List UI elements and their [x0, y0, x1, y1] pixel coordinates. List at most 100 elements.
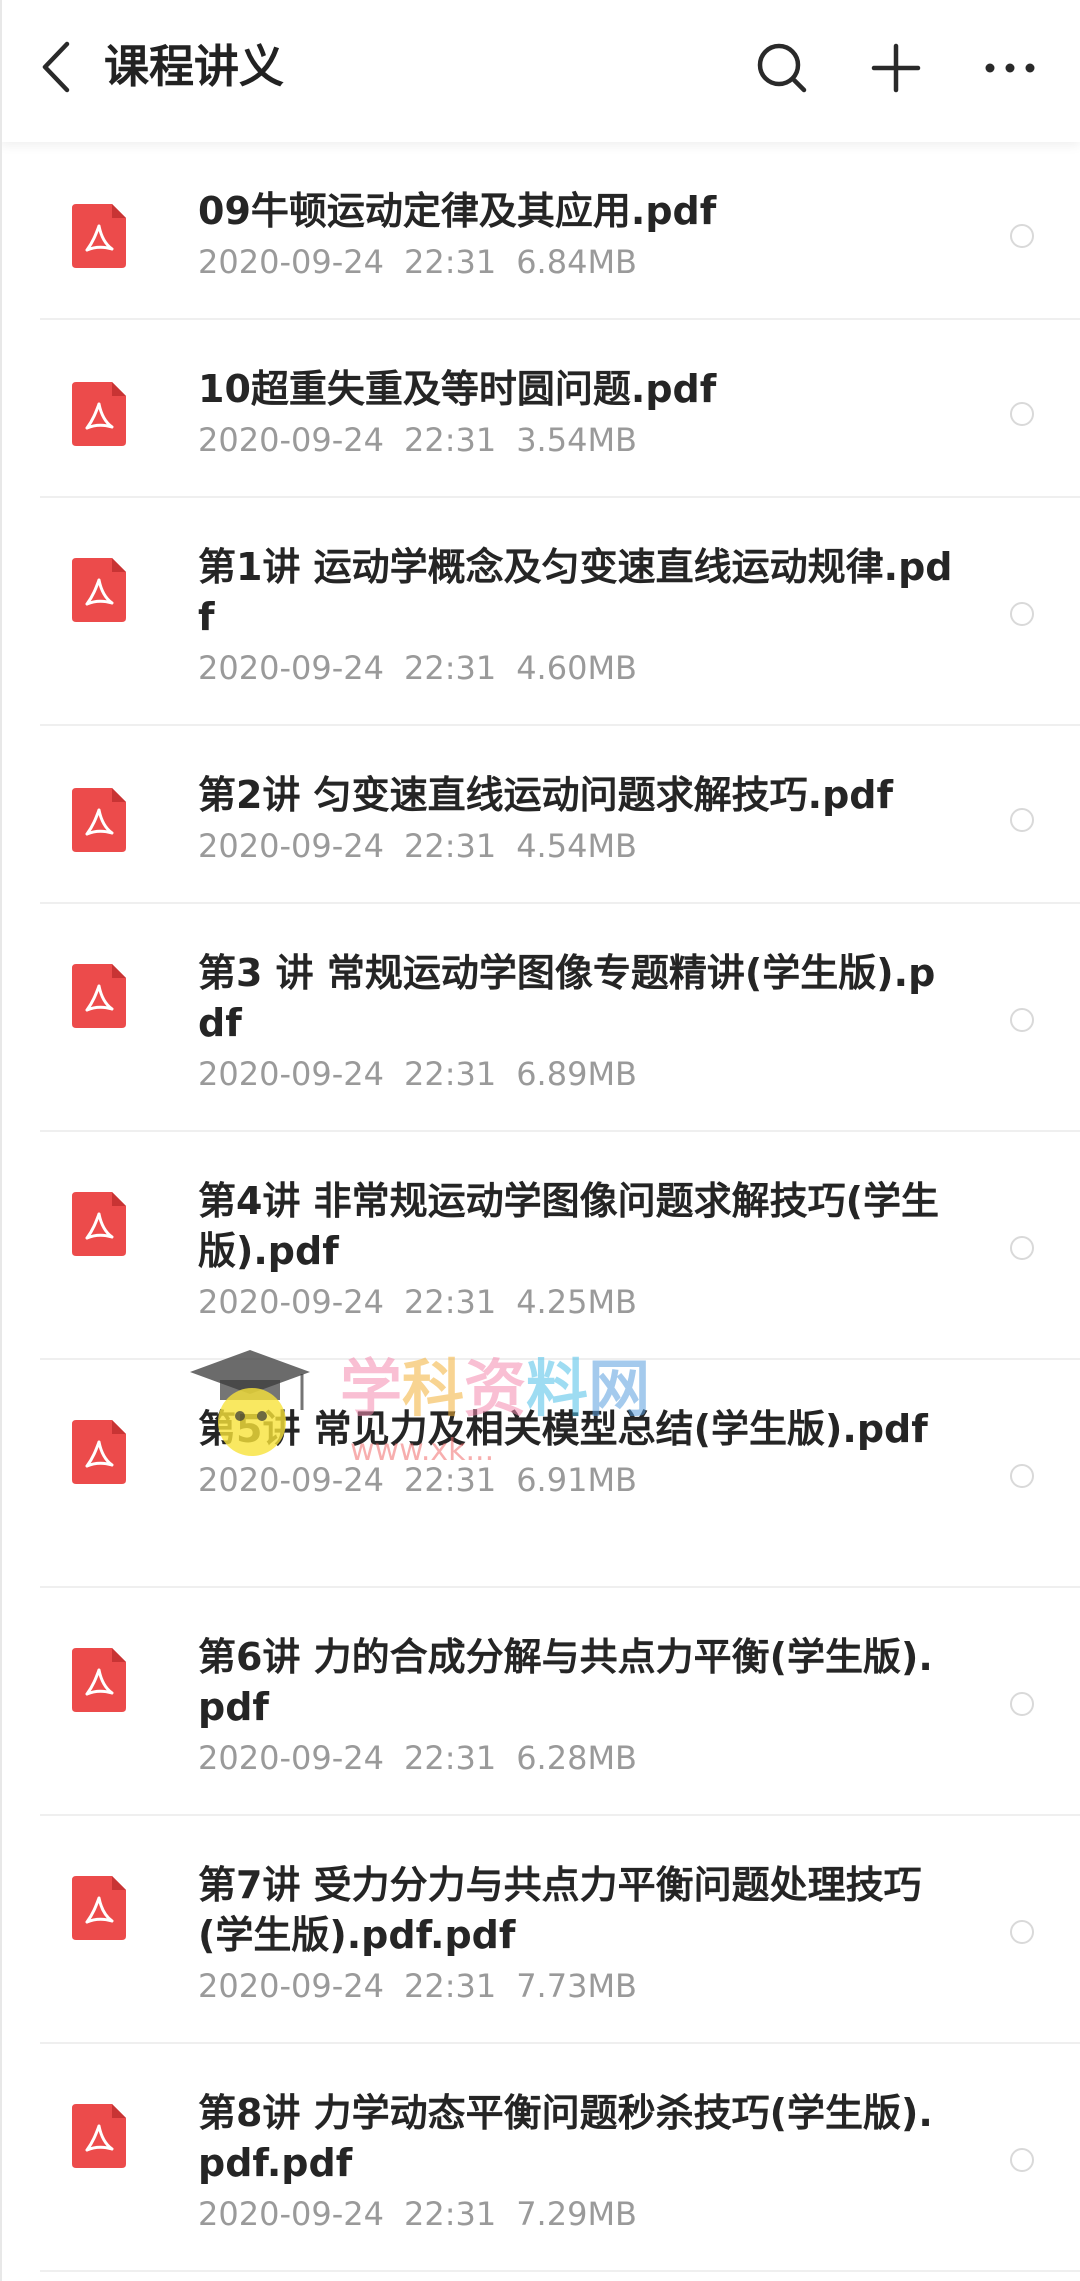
file-time: 22:31 — [403, 1283, 497, 1321]
file-row[interactable]: 第6讲 力的合成分解与共点力平衡(学生版).pdf 2020-09-24 22:3… — [0, 1588, 1080, 1816]
file-info: 09牛顿运动定律及其应用.pdf 2020-09-24 22:31 6.84MB — [198, 186, 958, 286]
file-time: 22:31 — [403, 1967, 497, 2005]
left-edge-divider — [0, 0, 2, 2281]
pdf-file-icon — [72, 1420, 126, 1484]
select-radio[interactable] — [1010, 1008, 1034, 1032]
file-size: 6.91MB — [516, 1461, 637, 1499]
file-size: 6.28MB — [516, 1739, 637, 1777]
pdf-file-icon — [72, 964, 126, 1028]
file-time: 22:31 — [403, 649, 497, 687]
add-button[interactable] — [864, 36, 928, 100]
file-date: 2020-09-24 — [198, 1055, 384, 1093]
file-row[interactable]: 第4讲 非常规运动学图像问题求解技巧(学生版).pdf 2020-09-24 22… — [0, 1132, 1080, 1360]
file-date: 2020-09-24 — [198, 421, 384, 459]
more-button[interactable] — [978, 36, 1042, 100]
header-bar: 课程讲义 — [0, 0, 1080, 142]
file-info: 10超重失重及等时圆问题.pdf 2020-09-24 22:31 3.54MB — [198, 364, 958, 464]
file-row[interactable]: 第1讲 运动学概念及匀变速直线运动规律.pdf 2020-09-24 22:31 4… — [0, 498, 1080, 726]
select-radio[interactable] — [1010, 1920, 1034, 1944]
file-info: 第5讲 常见力及相关模型总结(学生版).pdf 2020-09-24 22:31 6… — [198, 1404, 958, 1504]
file-row[interactable]: 10超重失重及等时圆问题.pdf 2020-09-24 22:31 3.54MB — [0, 320, 1080, 498]
file-meta: 2020-09-24 22:31 6.89MB — [198, 1050, 958, 1098]
file-date: 2020-09-24 — [198, 827, 384, 865]
pdf-file-icon — [72, 1876, 126, 1940]
pdf-file-icon — [72, 1192, 126, 1256]
pdf-file-icon — [72, 2104, 126, 2168]
chevron-left-icon — [42, 41, 70, 93]
file-row[interactable]: 第7讲 受力分力与共点力平衡问题处理技巧(学生版).pdf.pdf 2020-0… — [0, 1816, 1080, 2044]
select-radio[interactable] — [1010, 1236, 1034, 1260]
file-row[interactable]: 第2讲 匀变速直线运动问题求解技巧.pdf 2020-09-24 22:31 4.5… — [0, 726, 1080, 904]
file-size: 4.54MB — [516, 827, 637, 865]
file-date: 2020-09-24 — [198, 1739, 384, 1777]
pdf-file-icon — [72, 788, 126, 852]
file-meta: 2020-09-24 22:31 4.54MB — [198, 822, 958, 870]
select-radio[interactable] — [1010, 1464, 1034, 1488]
file-date: 2020-09-24 — [198, 2195, 384, 2233]
back-button[interactable] — [30, 36, 82, 98]
select-radio[interactable] — [1010, 2148, 1034, 2172]
file-meta: 2020-09-24 22:31 6.91MB — [198, 1456, 958, 1504]
plus-icon — [871, 43, 921, 93]
file-meta: 2020-09-24 22:31 7.29MB — [198, 2190, 958, 2238]
select-radio[interactable] — [1010, 1692, 1034, 1716]
file-time: 22:31 — [403, 1739, 497, 1777]
file-size: 7.73MB — [516, 1967, 637, 2005]
file-date: 2020-09-24 — [198, 1967, 384, 2005]
file-time: 22:31 — [403, 1055, 497, 1093]
pdf-file-icon — [72, 558, 126, 622]
file-date: 2020-09-24 — [198, 1461, 384, 1499]
file-name: 第7讲 受力分力与共点力平衡问题处理技巧(学生版).pdf.pdf — [198, 1863, 922, 1957]
file-name: 第8讲 力学动态平衡问题秒杀技巧(学生版).pdf.pdf — [198, 2091, 933, 2185]
select-radio[interactable] — [1010, 602, 1034, 626]
file-meta: 2020-09-24 22:31 6.28MB — [198, 1734, 958, 1782]
select-radio[interactable] — [1010, 224, 1034, 248]
file-row[interactable]: 第8讲 力学动态平衡问题秒杀技巧(学生版).pdf.pdf 2020-09-24… — [0, 2044, 1080, 2272]
select-radio[interactable] — [1010, 808, 1034, 832]
file-info: 第2讲 匀变速直线运动问题求解技巧.pdf 2020-09-24 22:31 4.5… — [198, 770, 958, 870]
file-time: 22:31 — [403, 421, 497, 459]
pdf-file-icon — [72, 204, 126, 268]
file-info: 第7讲 受力分力与共点力平衡问题处理技巧(学生版).pdf.pdf 2020-0… — [198, 1860, 958, 2010]
file-date: 2020-09-24 — [198, 243, 384, 281]
file-time: 22:31 — [403, 1461, 497, 1499]
search-button[interactable] — [750, 36, 814, 100]
file-info: 第4讲 非常规运动学图像问题求解技巧(学生版).pdf 2020-09-24 22… — [198, 1176, 958, 1326]
select-radio[interactable] — [1010, 402, 1034, 426]
file-list: 09牛顿运动定律及其应用.pdf 2020-09-24 22:31 6.84MB 1… — [0, 142, 1080, 2272]
file-meta: 2020-09-24 22:31 4.60MB — [198, 644, 958, 692]
file-size: 4.60MB — [516, 649, 637, 687]
file-name: 第2讲 匀变速直线运动问题求解技巧.pdf — [198, 773, 894, 817]
pdf-file-icon — [72, 382, 126, 446]
file-name: 09牛顿运动定律及其应用.pdf — [198, 189, 717, 233]
file-meta: 2020-09-24 22:31 3.54MB — [198, 416, 958, 464]
file-time: 22:31 — [403, 827, 497, 865]
file-row[interactable]: 第5讲 常见力及相关模型总结(学生版).pdf 2020-09-24 22:31 6… — [0, 1360, 1080, 1588]
file-row[interactable]: 第3 讲 常规运动学图像专题精讲(学生版).pdf 2020-09-24 22:3… — [0, 904, 1080, 1132]
file-info: 第3 讲 常规运动学图像专题精讲(学生版).pdf 2020-09-24 22:3… — [198, 948, 958, 1098]
file-name: 10超重失重及等时圆问题.pdf — [198, 367, 717, 411]
file-info: 第6讲 力的合成分解与共点力平衡(学生版).pdf 2020-09-24 22:3… — [198, 1632, 958, 1782]
file-name: 第4讲 非常规运动学图像问题求解技巧(学生版).pdf — [198, 1179, 940, 1273]
more-horizontal-icon — [985, 63, 1035, 73]
file-time: 22:31 — [403, 2195, 497, 2233]
file-info: 第8讲 力学动态平衡问题秒杀技巧(学生版).pdf.pdf 2020-09-24… — [198, 2088, 958, 2238]
file-meta: 2020-09-24 22:31 7.73MB — [198, 1962, 958, 2010]
app-screen: 课程讲义 09牛顿运动定律及其应用.pdf 2020-09-24 22:31 6… — [0, 0, 1080, 2281]
file-name: 第3 讲 常规运动学图像专题精讲(学生版).pdf — [198, 951, 936, 1045]
file-size: 7.29MB — [516, 2195, 637, 2233]
file-row[interactable]: 09牛顿运动定律及其应用.pdf 2020-09-24 22:31 6.84MB — [0, 142, 1080, 320]
search-icon — [757, 43, 807, 93]
page-title: 课程讲义 — [104, 40, 285, 93]
file-time: 22:31 — [403, 243, 497, 281]
file-name: 第6讲 力的合成分解与共点力平衡(学生版).pdf — [198, 1635, 933, 1729]
file-date: 2020-09-24 — [198, 1283, 384, 1321]
file-info: 第1讲 运动学概念及匀变速直线运动规律.pdf 2020-09-24 22:31 4… — [198, 542, 958, 692]
file-name: 第5讲 常见力及相关模型总结(学生版).pdf — [198, 1407, 928, 1451]
file-meta: 2020-09-24 22:31 6.84MB — [198, 238, 958, 286]
file-date: 2020-09-24 — [198, 649, 384, 687]
file-name: 第1讲 运动学概念及匀变速直线运动规律.pdf — [198, 545, 953, 639]
file-size: 4.25MB — [516, 1283, 637, 1321]
file-size: 3.54MB — [516, 421, 637, 459]
file-size: 6.84MB — [516, 243, 637, 281]
